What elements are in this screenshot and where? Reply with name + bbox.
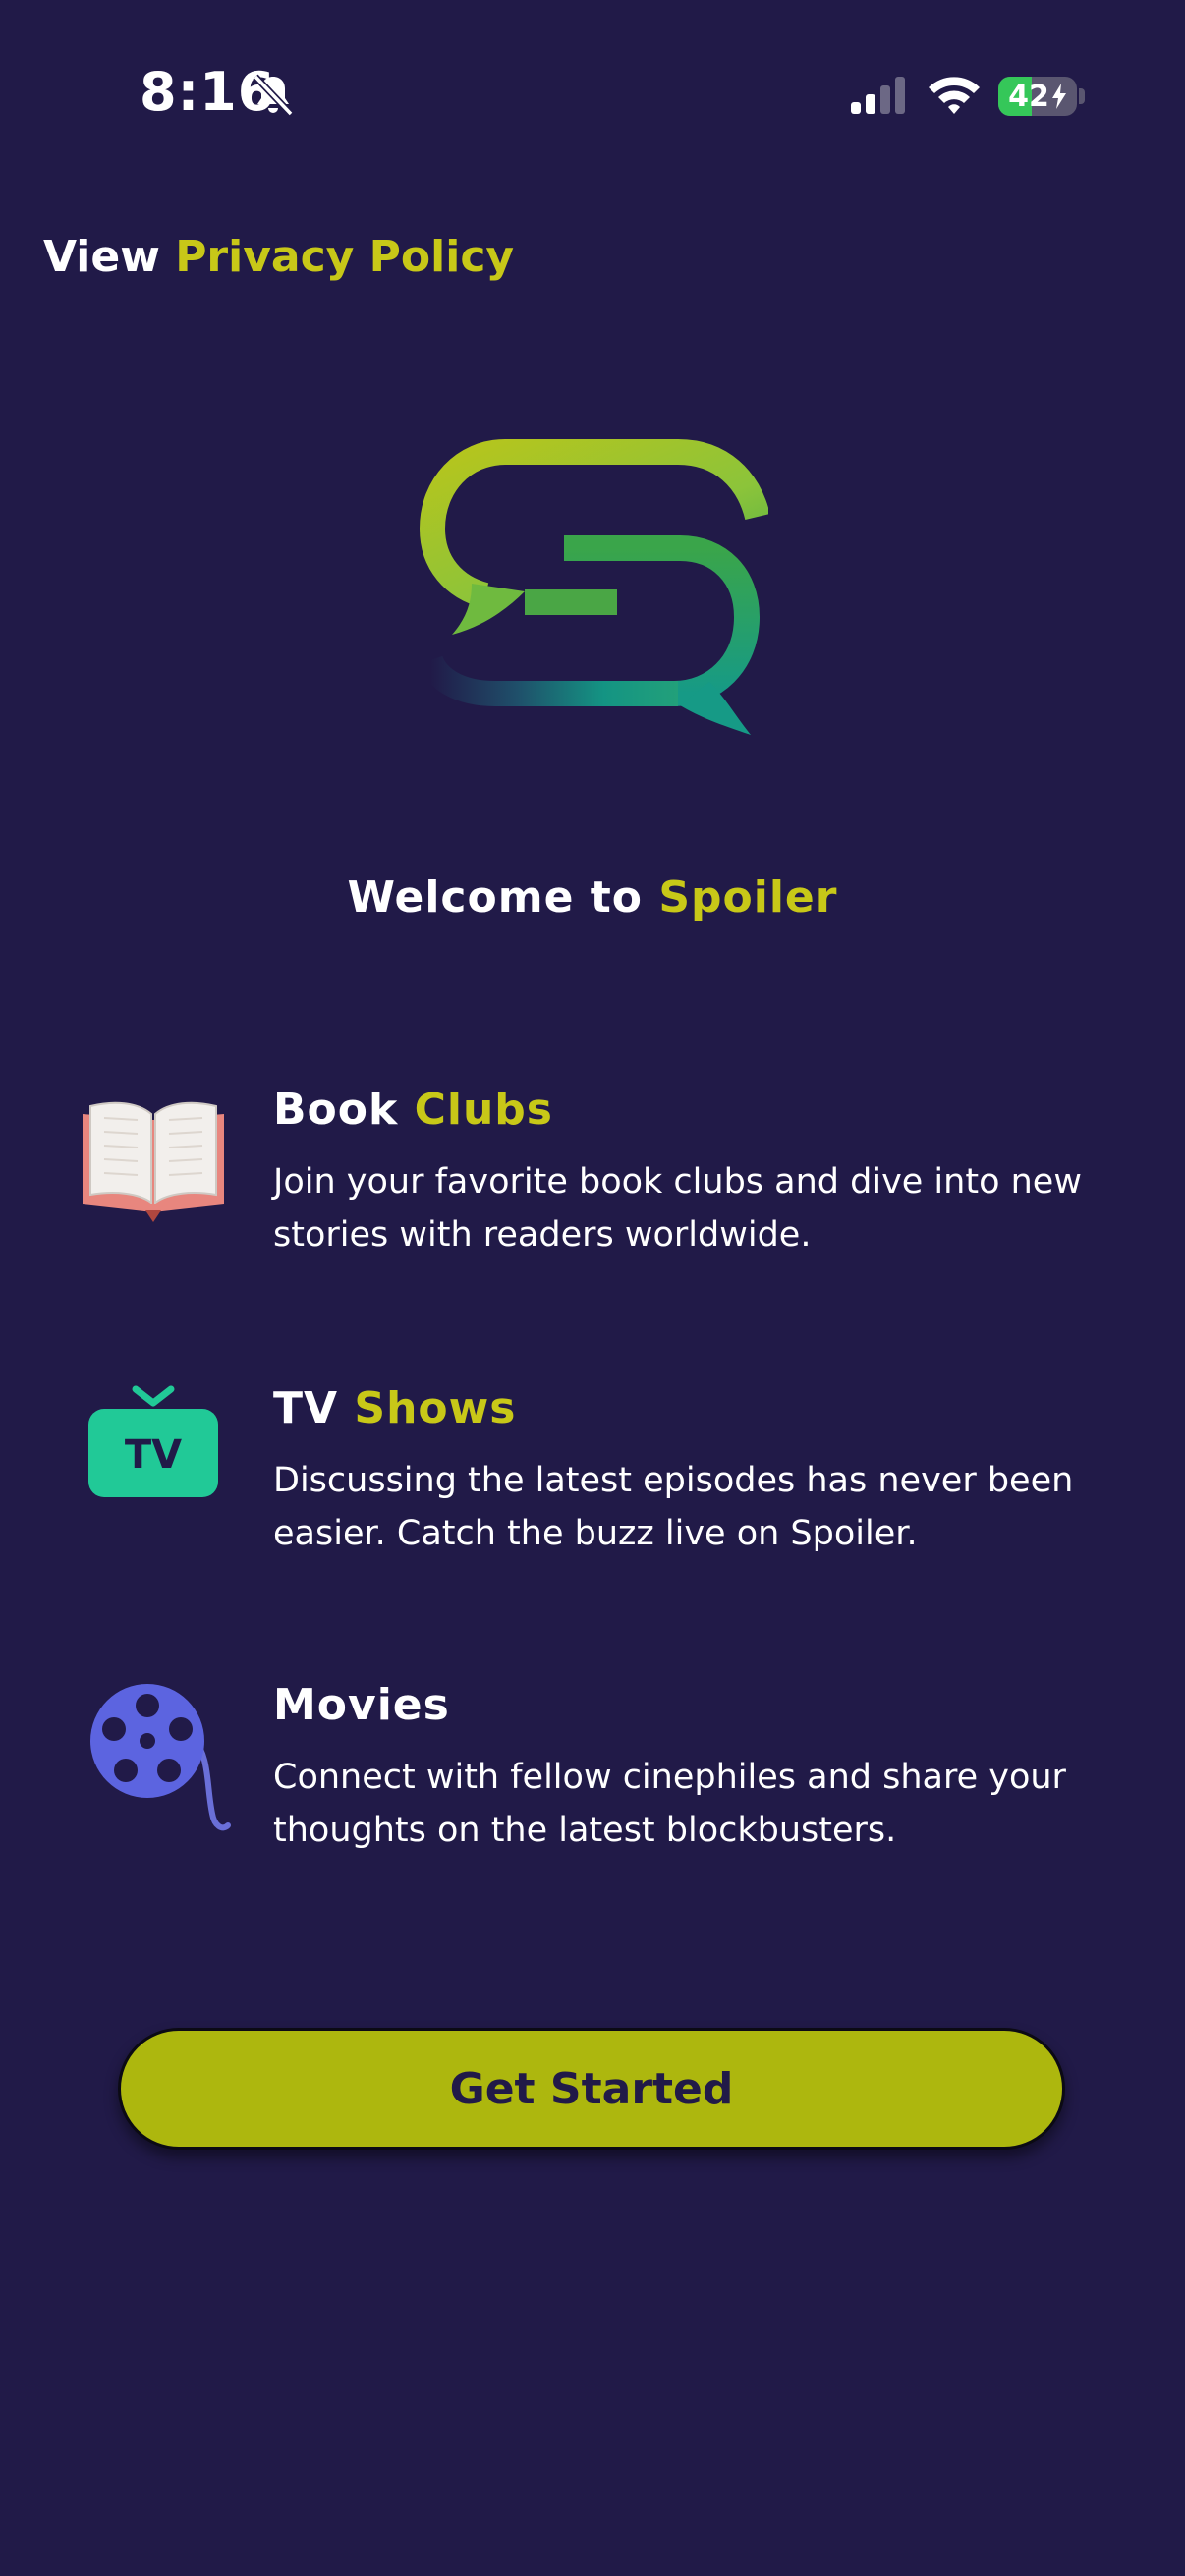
- feature-title: Book Clubs: [273, 1085, 553, 1135]
- feature-title-accent: Shows: [354, 1383, 517, 1433]
- feature-title-plain: TV: [273, 1383, 339, 1433]
- film-reel-icon: [90, 1684, 231, 1831]
- feature-title-plain: Book: [273, 1085, 399, 1135]
- status-bar: 8:16 42: [0, 0, 1185, 193]
- battery-percent: 42: [1008, 79, 1049, 114]
- svg-text:TV: TV: [125, 1432, 182, 1478]
- open-book-icon: [83, 1101, 224, 1222]
- charging-bolt-icon: [1051, 84, 1066, 109]
- feature-title: Movies: [273, 1680, 450, 1730]
- signal-icon: [851, 77, 905, 114]
- wifi-icon: [929, 77, 980, 114]
- welcome-heading: Welcome to Spoiler: [0, 872, 1185, 923]
- get-started-label: Get Started: [449, 2063, 734, 2114]
- spoiler-logo-icon: [418, 439, 768, 735]
- feature-description: Connect with fellow cinephiles and share…: [273, 1758, 1066, 1850]
- privacy-prefix: View: [43, 232, 160, 282]
- feature-title: TV Shows: [273, 1383, 517, 1433]
- feature-title-accent: Clubs: [414, 1085, 553, 1135]
- tv-icon: TV: [88, 1385, 218, 1497]
- privacy-policy-link[interactable]: View Privacy Policy: [43, 232, 514, 282]
- battery-charging-icon: 42: [998, 77, 1077, 116]
- privacy-link-text[interactable]: Privacy Policy: [175, 232, 514, 282]
- welcome-brand: Spoiler: [658, 872, 838, 923]
- battery-cap: [1079, 88, 1085, 104]
- get-started-button[interactable]: Get Started: [118, 2028, 1065, 2150]
- feature-description: Join your favorite book clubs and dive i…: [273, 1162, 1082, 1255]
- welcome-prefix: Welcome to: [347, 872, 643, 923]
- bell-slash-icon: [253, 74, 294, 117]
- feature-description: Discussing the latest episodes has never…: [273, 1461, 1074, 1553]
- feature-title-plain: Movies: [273, 1680, 450, 1730]
